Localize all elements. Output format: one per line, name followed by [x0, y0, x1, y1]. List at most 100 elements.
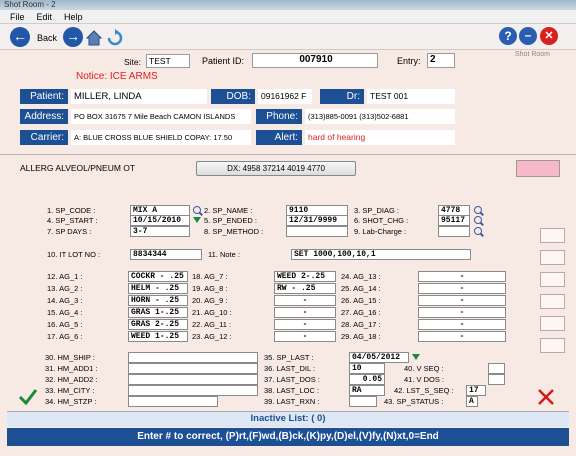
ag-14-field[interactable]: -	[418, 283, 506, 294]
sp-start-field[interactable]: 10/15/2010	[130, 215, 190, 226]
search-icon[interactable]	[474, 216, 482, 224]
alert-label: Alert:	[256, 130, 302, 145]
checkmark-icon[interactable]	[18, 388, 38, 406]
hm-add2-label: 32. HM_ADD2 :	[45, 375, 98, 384]
ag-15-field[interactable]: -	[418, 295, 506, 306]
ag-3-field[interactable]: HORN - .25	[128, 295, 188, 306]
dropdown-arrow-icon[interactable]	[412, 354, 420, 360]
command-bar: Enter # to correct, (P)rt,(F)wd,(B)ck,(K…	[7, 428, 569, 446]
sp-name-label: 2. SP_NAME :	[204, 206, 253, 215]
it-lot-label: 10. IT LOT NO :	[47, 250, 101, 259]
sp-start-label: 4. SP_START :	[47, 216, 98, 225]
dob-value: 09161962 F	[258, 89, 312, 104]
phone-label: Phone:	[256, 109, 302, 124]
ag-13-field[interactable]: -	[418, 271, 506, 282]
last-dil-field[interactable]: 10	[349, 363, 385, 374]
hm-ship-field[interactable]	[128, 352, 258, 363]
site-label: Site:	[124, 57, 142, 67]
hm-add1-label: 31. HM_ADD1 :	[45, 364, 98, 373]
ag-8-field[interactable]: RW - .25	[274, 283, 336, 294]
ag-17-field[interactable]: -	[418, 319, 506, 330]
hm-add2-field[interactable]	[128, 374, 258, 385]
last-loc-field[interactable]: RA	[349, 385, 385, 396]
dr-value: TEST 001	[367, 89, 455, 104]
note-field[interactable]: SET 1000,100,10,1	[291, 249, 471, 260]
inactive-list-text[interactable]: Inactive List: ( 0)	[7, 411, 569, 427]
dropdown-arrow-icon[interactable]	[193, 217, 201, 223]
last-loc-label: 38. LAST_LOC :	[264, 386, 320, 395]
entry-field[interactable]: 2	[427, 53, 455, 68]
ag-5-field[interactable]: GRAS 2-.25	[128, 319, 188, 330]
menu-file[interactable]: File	[10, 10, 25, 24]
ag-13-label: 24. AG_13 :	[341, 272, 381, 281]
dr-label: Dr:	[320, 89, 364, 104]
menu-edit[interactable]: Edit	[37, 10, 53, 24]
side-button[interactable]	[540, 250, 565, 265]
hm-city-label: 33. HM_CITY :	[45, 386, 95, 395]
back-label[interactable]: Back	[37, 33, 57, 43]
search-icon[interactable]	[193, 206, 201, 214]
hm-stzp-field[interactable]	[128, 396, 218, 407]
search-icon[interactable]	[474, 206, 482, 214]
v-seq-label: 40. V SEQ :	[404, 364, 444, 373]
last-dos-field[interactable]: 0.05	[349, 374, 385, 385]
cancel-x-icon[interactable]	[537, 388, 555, 406]
help-icon[interactable]: ?	[499, 27, 517, 45]
lst-s-seq-field[interactable]: 17	[466, 385, 486, 396]
last-rxn-field[interactable]	[349, 396, 377, 407]
app-label: Shot Room	[515, 51, 551, 58]
forward-arrow-icon[interactable]: →	[63, 27, 83, 47]
notice-text: Notice: ICE ARMS	[76, 71, 158, 82]
shot-chg-field[interactable]: 95117	[438, 215, 470, 226]
allergy-text: ALLERG ALVEOL/PNEUM OT	[20, 163, 136, 173]
ag-8-label: 19. AG_8 :	[192, 284, 228, 293]
menu-help[interactable]: Help	[64, 10, 83, 24]
alert-value: hard of hearing	[305, 130, 455, 145]
lst-s-seq-label: 42. LST_S_SEQ :	[394, 386, 454, 395]
sp-status-field[interactable]: A	[466, 396, 478, 407]
search-icon[interactable]	[474, 227, 482, 235]
close-icon[interactable]: ✕	[540, 27, 558, 45]
side-button[interactable]	[540, 338, 565, 353]
patient-id-field[interactable]: 007910	[252, 53, 378, 68]
ag-11-label: 22. AG_11 :	[192, 320, 232, 329]
sp-last-field[interactable]: 04/05/2012	[349, 352, 409, 363]
ag-2-field[interactable]: HELM - .25	[128, 283, 188, 294]
back-arrow-icon[interactable]: ←	[10, 27, 30, 47]
sp-method-field[interactable]	[286, 226, 348, 237]
dx-button[interactable]: DX: 4958 37214 4019 4770	[196, 161, 356, 176]
side-button[interactable]	[540, 294, 565, 309]
it-lot-field[interactable]: 8834344	[130, 249, 202, 260]
ag-18-field[interactable]: -	[418, 331, 506, 342]
ag-11-field[interactable]: -	[274, 319, 336, 330]
ag-9-field[interactable]: -	[274, 295, 336, 306]
side-button[interactable]	[540, 316, 565, 331]
minimize-icon[interactable]: –	[519, 27, 537, 45]
sp-status-label: 43. SP_STATUS :	[384, 397, 444, 406]
v-seq-field[interactable]	[488, 363, 505, 374]
v-dos-field[interactable]	[488, 374, 505, 385]
ag-12-label: 23. AG_12 :	[192, 332, 232, 341]
hm-city-field[interactable]	[128, 385, 258, 396]
hm-add1-field[interactable]	[128, 363, 258, 374]
sp-ended-label: 5. SP_ENDED :	[204, 216, 257, 225]
sp-days-field[interactable]: 3-7	[130, 226, 190, 237]
home-icon[interactable]	[85, 30, 103, 46]
ag-1-field[interactable]: COCKR - .25	[128, 271, 188, 282]
sp-ended-field[interactable]: 12/31/9999	[286, 215, 348, 226]
side-button[interactable]	[540, 228, 565, 243]
ag-7-field[interactable]: WEED 2-.25	[274, 271, 336, 282]
site-field[interactable]: TEST	[146, 54, 190, 68]
ag-16-field[interactable]: -	[418, 307, 506, 318]
ag-4-field[interactable]: GRAS 1-.25	[128, 307, 188, 318]
ag-15-label: 26. AG_15 :	[341, 296, 381, 305]
ag-6-field[interactable]: WEED 1-.25	[128, 331, 188, 342]
carrier-label: Carrier:	[20, 130, 68, 145]
ag-10-field[interactable]: -	[274, 307, 336, 318]
side-button[interactable]	[540, 272, 565, 287]
patient-id-label: Patient ID:	[202, 56, 245, 66]
address-value: PO BOX 31675 7 Mile Beach CAMON ISLANDS	[71, 109, 251, 124]
refresh-icon[interactable]	[106, 29, 124, 47]
lab-charge-field[interactable]	[438, 226, 470, 237]
ag-12-field[interactable]: -	[274, 331, 336, 342]
